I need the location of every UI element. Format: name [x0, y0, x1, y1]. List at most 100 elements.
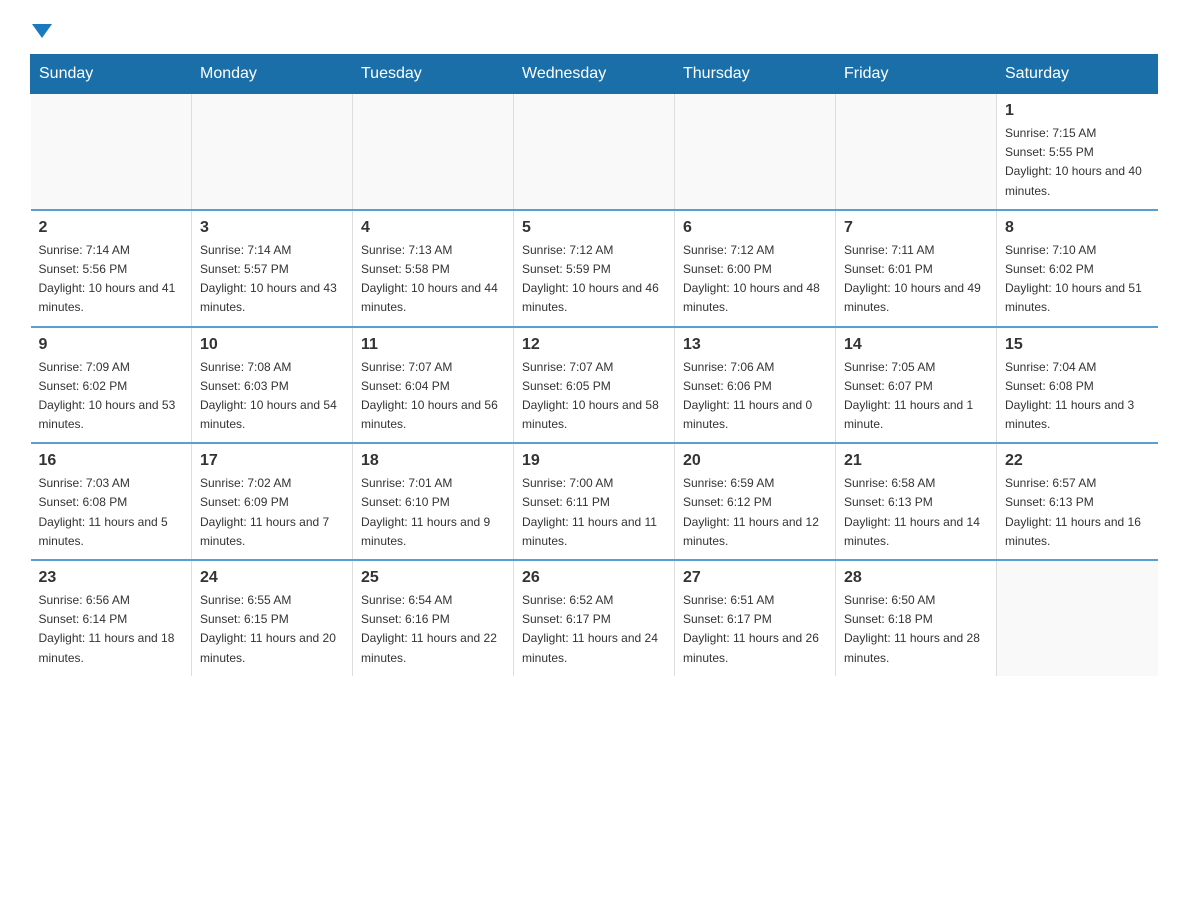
day-number: 14: [844, 336, 988, 354]
day-info: Sunrise: 7:11 AMSunset: 6:01 PMDaylight:…: [844, 241, 988, 318]
calendar-day-cell: 27 Sunrise: 6:51 AMSunset: 6:17 PMDayligh…: [675, 560, 836, 676]
day-number: 28: [844, 569, 988, 587]
day-of-week-header: Saturday: [997, 55, 1158, 94]
day-number: 15: [1005, 336, 1150, 354]
day-number: 21: [844, 452, 988, 470]
day-of-week-header: Wednesday: [514, 55, 675, 94]
calendar-day-cell: [836, 94, 997, 210]
day-info: Sunrise: 6:59 AMSunset: 6:12 PMDaylight:…: [683, 474, 827, 551]
day-info: Sunrise: 7:07 AMSunset: 6:05 PMDaylight:…: [522, 358, 666, 435]
day-info: Sunrise: 6:50 AMSunset: 6:18 PMDaylight:…: [844, 591, 988, 668]
calendar-day-cell: 8 Sunrise: 7:10 AMSunset: 6:02 PMDaylight…: [997, 210, 1158, 327]
day-number: 16: [39, 452, 184, 470]
calendar-day-cell: 10 Sunrise: 7:08 AMSunset: 6:03 PMDayligh…: [192, 327, 353, 444]
calendar-header: SundayMondayTuesdayWednesdayThursdayFrid…: [31, 55, 1158, 94]
days-of-week-row: SundayMondayTuesdayWednesdayThursdayFrid…: [31, 55, 1158, 94]
day-number: 19: [522, 452, 666, 470]
calendar-day-cell: 18 Sunrise: 7:01 AMSunset: 6:10 PMDayligh…: [353, 443, 514, 560]
day-info: Sunrise: 7:13 AMSunset: 5:58 PMDaylight:…: [361, 241, 505, 318]
calendar-week-row: 1 Sunrise: 7:15 AMSunset: 5:55 PMDaylight…: [31, 94, 1158, 210]
calendar-day-cell: 21 Sunrise: 6:58 AMSunset: 6:13 PMDayligh…: [836, 443, 997, 560]
day-number: 13: [683, 336, 827, 354]
calendar-day-cell: 7 Sunrise: 7:11 AMSunset: 6:01 PMDaylight…: [836, 210, 997, 327]
day-info: Sunrise: 7:14 AMSunset: 5:57 PMDaylight:…: [200, 241, 344, 318]
calendar-day-cell: 17 Sunrise: 7:02 AMSunset: 6:09 PMDayligh…: [192, 443, 353, 560]
day-number: 12: [522, 336, 666, 354]
calendar-day-cell: 3 Sunrise: 7:14 AMSunset: 5:57 PMDaylight…: [192, 210, 353, 327]
calendar-day-cell: 11 Sunrise: 7:07 AMSunset: 6:04 PMDayligh…: [353, 327, 514, 444]
calendar-body: 1 Sunrise: 7:15 AMSunset: 5:55 PMDaylight…: [31, 94, 1158, 676]
day-number: 4: [361, 219, 505, 237]
day-info: Sunrise: 6:54 AMSunset: 6:16 PMDaylight:…: [361, 591, 505, 668]
calendar-day-cell: 22Sunrise: 6:57 AMSunset: 6:13 PMDayligh…: [997, 443, 1158, 560]
day-info: Sunrise: 7:12 AMSunset: 5:59 PMDaylight:…: [522, 241, 666, 318]
day-number: 3: [200, 219, 344, 237]
day-number: 23: [39, 569, 184, 587]
calendar-week-row: 16 Sunrise: 7:03 AMSunset: 6:08 PMDayligh…: [31, 443, 1158, 560]
day-info: Sunrise: 6:56 AMSunset: 6:14 PMDaylight:…: [39, 591, 184, 668]
day-of-week-header: Sunday: [31, 55, 192, 94]
day-number: 24: [200, 569, 344, 587]
day-info: Sunrise: 6:55 AMSunset: 6:15 PMDaylight:…: [200, 591, 344, 668]
calendar-day-cell: 1 Sunrise: 7:15 AMSunset: 5:55 PMDaylight…: [997, 94, 1158, 210]
day-number: 20: [683, 452, 827, 470]
calendar-day-cell: 19 Sunrise: 7:00 AMSunset: 6:11 PMDayligh…: [514, 443, 675, 560]
calendar-day-cell: [514, 94, 675, 210]
day-info: Sunrise: 7:10 AMSunset: 6:02 PMDaylight:…: [1005, 241, 1150, 318]
day-info: Sunrise: 6:58 AMSunset: 6:13 PMDaylight:…: [844, 474, 988, 551]
day-info: Sunrise: 7:07 AMSunset: 6:04 PMDaylight:…: [361, 358, 505, 435]
calendar-table: SundayMondayTuesdayWednesdayThursdayFrid…: [30, 54, 1158, 676]
day-info: Sunrise: 7:09 AMSunset: 6:02 PMDaylight:…: [39, 358, 184, 435]
calendar-day-cell: 14 Sunrise: 7:05 AMSunset: 6:07 PMDayligh…: [836, 327, 997, 444]
day-number: 27: [683, 569, 827, 587]
day-info: Sunrise: 7:01 AMSunset: 6:10 PMDaylight:…: [361, 474, 505, 551]
day-number: 10: [200, 336, 344, 354]
calendar-day-cell: [353, 94, 514, 210]
day-of-week-header: Monday: [192, 55, 353, 94]
day-info: Sunrise: 7:08 AMSunset: 6:03 PMDaylight:…: [200, 358, 344, 435]
day-number: 26: [522, 569, 666, 587]
calendar-week-row: 9 Sunrise: 7:09 AMSunset: 6:02 PMDaylight…: [31, 327, 1158, 444]
calendar-day-cell: [675, 94, 836, 210]
calendar-week-row: 2Sunrise: 7:14 AMSunset: 5:56 PMDaylight…: [31, 210, 1158, 327]
day-info: Sunrise: 7:15 AMSunset: 5:55 PMDaylight:…: [1005, 124, 1150, 201]
day-of-week-header: Tuesday: [353, 55, 514, 94]
day-number: 2: [39, 219, 184, 237]
day-of-week-header: Thursday: [675, 55, 836, 94]
calendar-day-cell: 25Sunrise: 6:54 AMSunset: 6:16 PMDayligh…: [353, 560, 514, 676]
day-info: Sunrise: 7:05 AMSunset: 6:07 PMDaylight:…: [844, 358, 988, 435]
day-info: Sunrise: 6:57 AMSunset: 6:13 PMDaylight:…: [1005, 474, 1150, 551]
day-info: Sunrise: 7:00 AMSunset: 6:11 PMDaylight:…: [522, 474, 666, 551]
calendar-day-cell: 6 Sunrise: 7:12 AMSunset: 6:00 PMDaylight…: [675, 210, 836, 327]
calendar-day-cell: 24 Sunrise: 6:55 AMSunset: 6:15 PMDayligh…: [192, 560, 353, 676]
calendar-day-cell: 15Sunrise: 7:04 AMSunset: 6:08 PMDayligh…: [997, 327, 1158, 444]
day-number: 1: [1005, 102, 1150, 120]
day-number: 18: [361, 452, 505, 470]
day-info: Sunrise: 7:12 AMSunset: 6:00 PMDaylight:…: [683, 241, 827, 318]
calendar-day-cell: 9 Sunrise: 7:09 AMSunset: 6:02 PMDaylight…: [31, 327, 192, 444]
calendar-day-cell: 12 Sunrise: 7:07 AMSunset: 6:05 PMDayligh…: [514, 327, 675, 444]
calendar-day-cell: 20 Sunrise: 6:59 AMSunset: 6:12 PMDayligh…: [675, 443, 836, 560]
calendar-week-row: 23 Sunrise: 6:56 AMSunset: 6:14 PMDayligh…: [31, 560, 1158, 676]
day-of-week-header: Friday: [836, 55, 997, 94]
day-number: 5: [522, 219, 666, 237]
day-number: 7: [844, 219, 988, 237]
calendar-day-cell: 4 Sunrise: 7:13 AMSunset: 5:58 PMDaylight…: [353, 210, 514, 327]
day-number: 9: [39, 336, 184, 354]
day-info: Sunrise: 7:03 AMSunset: 6:08 PMDaylight:…: [39, 474, 184, 551]
calendar-day-cell: 28 Sunrise: 6:50 AMSunset: 6:18 PMDayligh…: [836, 560, 997, 676]
calendar-day-cell: 2Sunrise: 7:14 AMSunset: 5:56 PMDaylight…: [31, 210, 192, 327]
day-info: Sunrise: 7:02 AMSunset: 6:09 PMDaylight:…: [200, 474, 344, 551]
day-number: 17: [200, 452, 344, 470]
calendar-day-cell: 16 Sunrise: 7:03 AMSunset: 6:08 PMDayligh…: [31, 443, 192, 560]
calendar-day-cell: [997, 560, 1158, 676]
calendar-day-cell: 5 Sunrise: 7:12 AMSunset: 5:59 PMDaylight…: [514, 210, 675, 327]
calendar-day-cell: [31, 94, 192, 210]
day-info: Sunrise: 6:51 AMSunset: 6:17 PMDaylight:…: [683, 591, 827, 668]
day-number: 6: [683, 219, 827, 237]
day-number: 11: [361, 336, 505, 354]
calendar-day-cell: 23 Sunrise: 6:56 AMSunset: 6:14 PMDayligh…: [31, 560, 192, 676]
day-number: 8: [1005, 219, 1150, 237]
logo: [30, 20, 52, 34]
logo-general-text: [30, 20, 52, 38]
